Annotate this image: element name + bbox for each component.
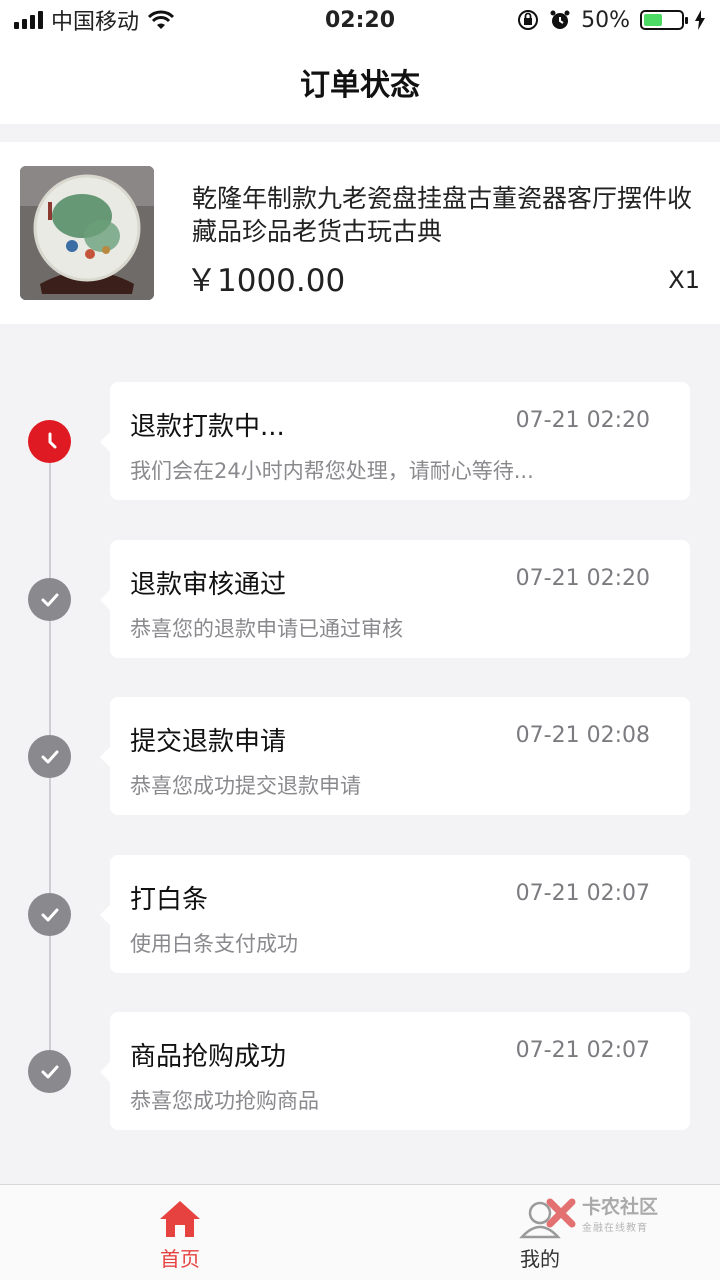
orientation-lock-icon [518, 10, 539, 30]
nav-bar: 订单状态 [0, 40, 720, 124]
kanong-logo-icon [546, 1198, 576, 1228]
timeline-card: 退款打款中... 07-21 02:20 我们会在24小时内帮您处理，请耐心等待..… [100, 382, 690, 500]
timeline-time: 07-21 02:20 [515, 566, 650, 591]
tab-mine-label: 我的 [520, 1247, 560, 1271]
product-title: 乾隆年制款九老瓷盘挂盘古董瓷器客厅摆件收藏品珍品老货古玩古典 [192, 184, 693, 246]
timeline-title: 打白条 [130, 885, 209, 915]
alarm-icon [550, 10, 570, 29]
timeline-time: 07-21 02:08 [515, 723, 650, 748]
wifi-icon [147, 10, 175, 29]
tab-home[interactable]: 首页 [0, 1185, 360, 1280]
timeline-time: 07-21 02:20 [515, 408, 650, 433]
timeline-description: 恭喜您的退款申请已通过审核 [130, 617, 403, 641]
status-left: 中国移动 [14, 4, 274, 36]
clock-time: 02:20 [324, 7, 396, 33]
timeline-description: 恭喜您成功提交退款申请 [130, 774, 361, 798]
timeline-status-check-icon [28, 893, 71, 936]
product-quantity: X1 [668, 266, 700, 294]
timeline-status-check-icon [28, 1050, 71, 1093]
timeline-status-check-icon [28, 578, 71, 621]
timeline-title: 退款打款中... [130, 412, 285, 442]
page-title: 订单状态 [300, 68, 420, 103]
timeline-description: 恭喜您成功抢购商品 [130, 1089, 319, 1113]
battery-percent: 50% [581, 7, 630, 33]
watermark: 卡农社区 金融在线教育 [546, 1192, 658, 1234]
tab-home-label: 首页 [160, 1247, 200, 1271]
timeline-card: 打白条 07-21 02:07 使用白条支付成功 [100, 855, 690, 973]
timeline-description: 我们会在24小时内帮您处理，请耐心等待... [130, 459, 534, 483]
timeline-card: 退款审核通过 07-21 02:20 恭喜您的退款申请已通过审核 [100, 540, 690, 658]
porcelain-plate-image [20, 166, 154, 300]
home-icon [160, 1201, 200, 1237]
timeline-status-check-icon [28, 735, 71, 778]
timeline-status-clock-icon [28, 420, 71, 463]
timeline-card: 提交退款申请 07-21 02:08 恭喜您成功提交退款申请 [100, 697, 690, 815]
watermark-name: 卡农社区 [582, 1196, 659, 1218]
signal-icon [14, 11, 43, 29]
product-price: ￥1000.00 [186, 263, 346, 299]
product-card[interactable]: 乾隆年制款九老瓷盘挂盘古董瓷器客厅摆件收藏品珍品老货古玩古典 X1 [0, 142, 720, 324]
status-bar: 中国移动 02:20 50% [0, 0, 720, 40]
timeline-title: 商品抢购成功 [130, 1042, 287, 1072]
timeline-time: 07-21 02:07 [515, 1038, 650, 1063]
timeline-card: 商品抢购成功 07-21 02:07 恭喜您成功抢购商品 [100, 1012, 690, 1130]
charging-icon [695, 10, 705, 30]
watermark-text: 卡农社区 金融在线教育 [582, 1192, 658, 1234]
carrier-name: 中国移动 [51, 10, 140, 35]
timeline-title: 提交退款申请 [130, 727, 287, 757]
timeline-title: 退款审核通过 [130, 570, 287, 600]
watermark-tagline: 金融在线教育 [582, 1223, 648, 1234]
tab-mine[interactable]: 我的 [360, 1185, 720, 1280]
status-right: 50% [446, 8, 706, 33]
timeline-time: 07-21 02:07 [515, 881, 650, 906]
product-image[interactable] [20, 166, 154, 300]
battery-icon [640, 10, 688, 30]
timeline-description: 使用白条支付成功 [130, 932, 298, 956]
battery-level [644, 14, 662, 26]
